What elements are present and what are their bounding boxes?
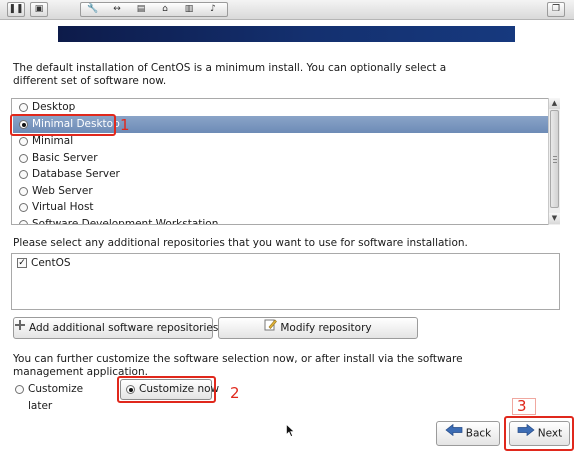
list-item[interactable]: Software Development Workstation bbox=[13, 216, 548, 224]
customize-later-option[interactable]: Customize later bbox=[13, 381, 109, 412]
header-banner bbox=[58, 26, 515, 42]
window-restore-icon[interactable]: ❐ bbox=[547, 2, 565, 17]
customize-text: You can further customize the software s… bbox=[13, 353, 463, 378]
list-item[interactable]: Web Server bbox=[13, 183, 548, 200]
annotation-label-2: 2 bbox=[230, 384, 240, 402]
highlight-box-2 bbox=[117, 376, 216, 403]
annotation-label-1: 1 bbox=[120, 116, 130, 134]
pause-icon[interactable]: ❚❚ bbox=[7, 2, 25, 17]
wrench-icon[interactable]: 🔧 bbox=[81, 3, 105, 16]
scroll-up-icon[interactable]: ▲ bbox=[549, 98, 560, 109]
highlight-box-3 bbox=[504, 416, 574, 451]
repository-list[interactable]: ✓ CentOS bbox=[11, 253, 560, 310]
add-repository-button[interactable]: Add additional software repositories bbox=[13, 317, 218, 339]
plus-icon bbox=[14, 318, 26, 338]
radio-icon[interactable] bbox=[19, 220, 28, 224]
vm-tool-group: 🔧 ↔ ▤ ⌂ ▥ ♪ bbox=[80, 2, 228, 17]
resize-arrows-icon[interactable]: ↔ bbox=[105, 3, 129, 16]
arrow-left-icon bbox=[445, 422, 463, 445]
list-item[interactable]: Database Server bbox=[13, 166, 548, 183]
scroll-down-icon[interactable]: ▼ bbox=[549, 213, 560, 224]
list-item[interactable]: Virtual Host bbox=[13, 199, 548, 216]
back-button[interactable]: Back bbox=[436, 421, 500, 446]
list-item[interactable]: Basic Server bbox=[13, 150, 548, 167]
audio-icon[interactable]: ♪ bbox=[201, 3, 225, 16]
usb-icon[interactable]: ▤ bbox=[129, 3, 153, 16]
vm-toolbar: ❚❚ ▣ 🔧 ↔ ▤ ⌂ ▥ ♪ ❐ bbox=[0, 0, 574, 20]
radio-icon[interactable] bbox=[15, 385, 24, 394]
disk-icon[interactable]: ▣ bbox=[30, 2, 48, 17]
edit-icon bbox=[264, 318, 278, 338]
radio-icon[interactable] bbox=[19, 170, 28, 179]
list-item[interactable]: ✓ CentOS bbox=[13, 255, 543, 272]
mouse-cursor-icon bbox=[286, 423, 295, 440]
highlight-box-1 bbox=[10, 114, 116, 136]
modify-repository-button[interactable]: Modify repository bbox=[218, 317, 418, 339]
trash-icon[interactable]: ▥ bbox=[177, 3, 201, 16]
list-scrollbar[interactable]: ▲ ▼ bbox=[548, 98, 560, 225]
scroll-thumb[interactable] bbox=[550, 110, 559, 208]
radio-icon[interactable] bbox=[19, 137, 28, 146]
radio-icon[interactable] bbox=[19, 203, 28, 212]
annotation-label-3: 3 bbox=[517, 397, 527, 415]
radio-icon[interactable] bbox=[19, 187, 28, 196]
checkbox-icon[interactable]: ✓ bbox=[17, 258, 27, 268]
intro-text: The default installation of CentOS is a … bbox=[13, 62, 447, 87]
repo-prompt: Please select any additional repositorie… bbox=[13, 237, 468, 249]
radio-icon[interactable] bbox=[19, 154, 28, 163]
snapshot-icon[interactable]: ⌂ bbox=[153, 3, 177, 16]
radio-icon[interactable] bbox=[19, 103, 28, 112]
